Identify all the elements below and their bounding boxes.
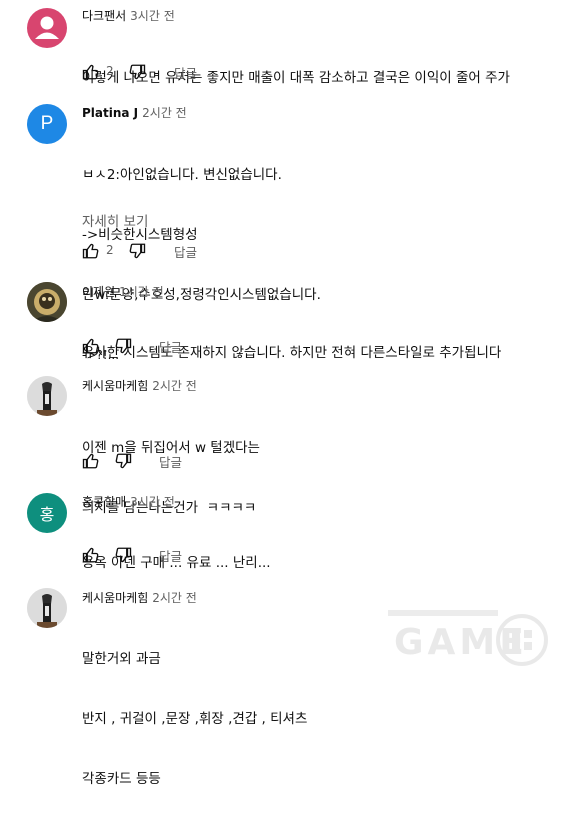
thumb-up-icon[interactable] [82, 452, 100, 470]
reply-button[interactable]: 답글 [159, 452, 182, 471]
comment-time[interactable]: 3시간 전 [130, 495, 175, 509]
read-more-link[interactable]: 자세히 보기 [82, 210, 148, 230]
thumb-up-icon[interactable] [82, 337, 100, 355]
avatar[interactable] [27, 8, 67, 48]
comment-time[interactable]: 2시간 전 [152, 379, 197, 393]
comment-actions: 2 답글 [82, 242, 222, 260]
thumb-up-icon[interactable] [82, 546, 100, 564]
thumb-down-icon[interactable] [128, 242, 146, 260]
comment-text-line: ㅂㅅ2:아인없습니다. 변신없습니다. [82, 167, 282, 183]
comment-text-line: 말한거외 과금 [82, 651, 161, 667]
watermark-text: GAME [394, 622, 528, 663]
thumb-up-icon[interactable] [82, 63, 100, 81]
profile-photo-icon [27, 376, 67, 416]
avatar[interactable] [27, 376, 67, 416]
comment-author[interactable]: 케시움마케힘 [82, 379, 148, 393]
comment-text-line: 각종카드 등등 [82, 771, 161, 787]
avatar[interactable] [27, 282, 67, 322]
comment-author[interactable]: 다크팬서 [82, 9, 126, 23]
comment-text-line: 반지 , 귀걸이 ,문장 ,휘장 ,견갑 , 티셔츠 [82, 711, 308, 727]
reply-button[interactable]: 답글 [159, 546, 182, 565]
thumb-down-icon[interactable] [114, 337, 132, 355]
comment-actions: 답글 [82, 546, 202, 564]
profile-photo-icon [27, 588, 67, 628]
comment-actions: 2 답글 [82, 63, 222, 81]
profile-photo-icon [27, 282, 67, 322]
reply-button[interactable]: 답글 [159, 337, 182, 356]
comment-author[interactable]: 케시움마케힘 [82, 591, 148, 605]
user-silhouette-icon [35, 16, 59, 39]
reply-button[interactable]: 답글 [174, 242, 197, 261]
avatar[interactable]: 홍 [27, 493, 67, 533]
comment-author[interactable]: Platina J [82, 106, 138, 120]
thumb-down-icon[interactable] [128, 63, 146, 81]
comment-actions: 답글 [82, 337, 202, 355]
comment-time[interactable]: 1시간 전 [119, 285, 164, 299]
comment-text: 말한거외 과금 반지 , 귀걸이 ,문장 ,휘장 ,견갑 , 티셔츠 각종카드 … [82, 609, 307, 829]
avatar[interactable] [27, 588, 67, 628]
avatar-letter: P [40, 113, 54, 134]
thumb-up-icon[interactable] [82, 242, 100, 260]
site-watermark: GAME [384, 604, 554, 668]
comment-actions: 답글 [82, 452, 202, 470]
comment-author[interactable]: 이제원 [82, 285, 115, 299]
avatar-letter: 홍 [39, 507, 55, 524]
comment-time[interactable]: 2시간 전 [142, 106, 187, 120]
avatar[interactable]: P [27, 104, 67, 144]
comment-time[interactable]: 3시간 전 [130, 9, 175, 23]
like-count: 2 [106, 243, 114, 257]
reply-button[interactable]: 답글 [174, 63, 197, 82]
like-count: 2 [106, 64, 114, 78]
thumb-down-icon[interactable] [114, 546, 132, 564]
comment-author[interactable]: 홍콩할매 [82, 495, 126, 509]
comment-time[interactable]: 2시간 전 [152, 591, 197, 605]
thumb-down-icon[interactable] [114, 452, 132, 470]
